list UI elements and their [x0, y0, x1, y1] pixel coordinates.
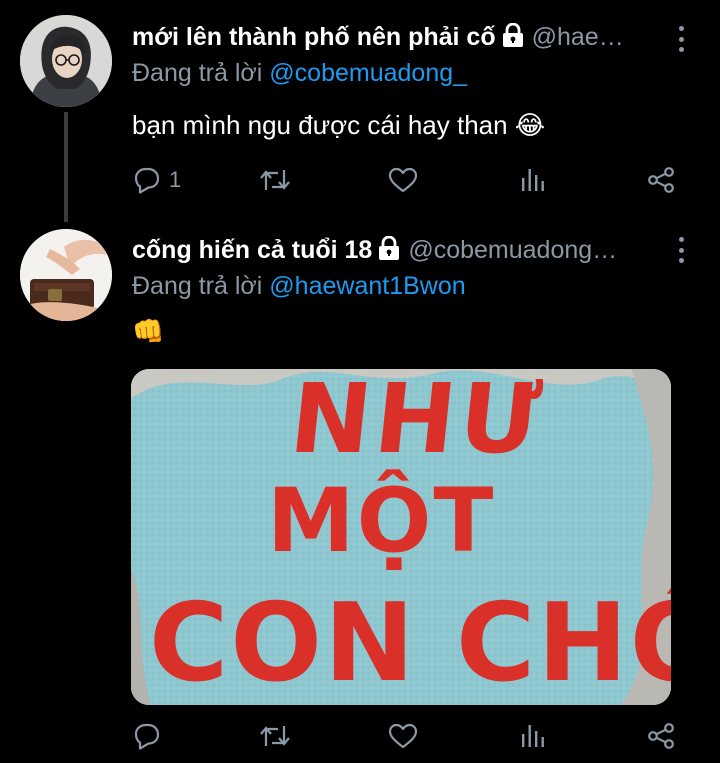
- display-name[interactable]: cống hiến cả tuổi 18: [132, 236, 372, 265]
- replying-to-mention[interactable]: @cobemuadong_: [269, 59, 467, 87]
- replying-to-mention[interactable]: @haewant1Bwon: [269, 272, 465, 300]
- lock-icon: [502, 22, 524, 52]
- reply-button[interactable]: 1: [132, 166, 181, 194]
- like-icon: [388, 167, 418, 193]
- tweet-text: bạn mình ngu được cái hay than 😂: [132, 110, 546, 140]
- share-button[interactable]: [646, 166, 676, 194]
- replying-prefix: Đang trả lời: [132, 272, 263, 300]
- retweet-button[interactable]: [258, 722, 292, 750]
- like-button[interactable]: [387, 166, 419, 194]
- avatar-photo: [20, 15, 112, 107]
- share-button[interactable]: [646, 722, 676, 750]
- retweet-button[interactable]: [258, 166, 292, 194]
- action-bar: 1: [132, 166, 692, 196]
- retweet-icon: [260, 726, 290, 746]
- user-handle[interactable]: @hae…: [532, 23, 624, 52]
- media-image[interactable]: NHƯ MỘT CON CHÓ: [131, 369, 671, 705]
- tweet-1[interactable]: mới lên thành phố nên phải cố @hae… Đang…: [0, 0, 720, 222]
- more-icon[interactable]: [678, 237, 684, 263]
- reply-button[interactable]: [132, 722, 162, 750]
- action-bar: [132, 722, 692, 752]
- avatar[interactable]: [20, 229, 112, 321]
- replying-prefix: Đang trả lời: [132, 59, 263, 87]
- media-caption-line-1: NHƯ: [285, 369, 550, 475]
- reply-count: 1: [169, 167, 182, 192]
- user-handle[interactable]: @cobemuadong…: [408, 236, 617, 265]
- share-icon: [648, 167, 674, 193]
- media-caption-line-2: MỘT: [267, 469, 496, 572]
- retweet-icon: [260, 170, 290, 190]
- like-icon: [388, 723, 418, 749]
- like-button[interactable]: [387, 722, 419, 750]
- more-icon[interactable]: [678, 26, 684, 52]
- replying-to: Đang trả lời @cobemuadong_: [132, 59, 467, 88]
- reply-icon: [134, 167, 160, 194]
- replying-to: Đang trả lời @haewant1Bwon: [132, 272, 466, 301]
- tweet-text: 👊: [132, 316, 165, 346]
- share-icon: [648, 723, 674, 749]
- analytics-icon: [522, 725, 544, 747]
- reply-icon: [134, 723, 160, 750]
- thread-connector-line: [64, 112, 68, 222]
- media-caption-line-3: CON CHÓ: [149, 581, 671, 705]
- avatar-photo: [20, 229, 112, 321]
- analytics-button[interactable]: [519, 166, 547, 194]
- author-row: mới lên thành phố nên phải cố @hae…: [132, 22, 624, 52]
- display-name[interactable]: mới lên thành phố nên phải cố: [132, 23, 496, 52]
- analytics-button[interactable]: [519, 722, 547, 750]
- author-row: cống hiến cả tuổi 18 @cobemuadong…: [132, 235, 617, 265]
- lock-icon: [378, 235, 400, 265]
- avatar[interactable]: [20, 15, 112, 107]
- analytics-icon: [522, 169, 544, 191]
